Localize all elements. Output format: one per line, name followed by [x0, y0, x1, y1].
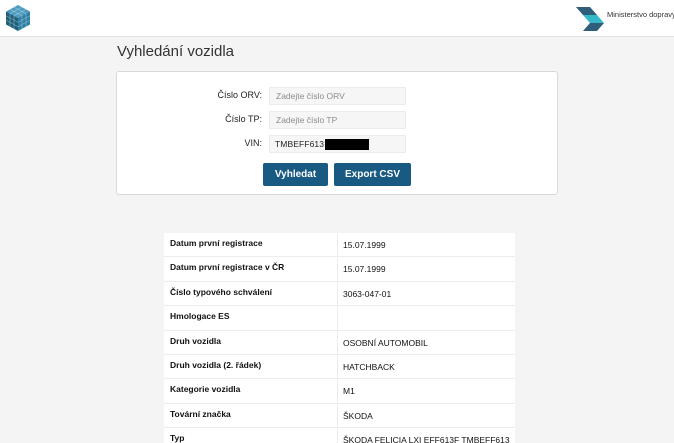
table-row: Hmologace ES — [164, 306, 515, 331]
row-value: M1 — [343, 386, 355, 397]
vin-value: TMBEFF613 — [275, 139, 325, 149]
row-label: Datum první registrace — [164, 233, 338, 257]
row-label: Druh vozidla (2. řádek) — [164, 354, 338, 379]
table-row: Datum první registrace v ČR 15.07.1999 — [164, 257, 515, 282]
row-value — [338, 306, 515, 329]
row-value: 15.07.1999 — [343, 264, 386, 275]
row-value: ŠKODA FELICIA LXI EFF613F TMBEFF613 — [343, 435, 510, 443]
vin-row: VIN: TMBEFF613 — [117, 135, 557, 153]
vin-redaction — [325, 138, 370, 150]
ministry-name: Ministerstvo dopravy — [607, 10, 674, 19]
row-label: Kategorie vozidla — [164, 379, 338, 403]
row-label: Tovární značka — [164, 403, 338, 428]
table-row: Číslo typového schválení 3063-047-01 — [164, 281, 515, 307]
table-row: Kategorie vozidla M1 — [164, 379, 515, 404]
cube-logo-icon[interactable] — [5, 4, 31, 32]
search-form-card: Číslo ORV: Číslo TP: VIN: TMBEFF613 Vyhl… — [116, 71, 558, 195]
row-value: 3063-047-01 — [343, 288, 392, 299]
row-value: ŠKODA — [343, 410, 373, 421]
tp-row: Číslo TP: — [117, 111, 557, 129]
row-label: Hmologace ES — [164, 306, 338, 330]
row-value: HATCHBACK — [343, 361, 395, 372]
vin-label: VIN: — [244, 138, 262, 148]
table-row: Druh vozidla (2. řádek) HATCHBACK — [164, 354, 515, 380]
row-label: Datum první registrace v ČR — [164, 257, 338, 281]
table-row: Tovární značka ŠKODA — [164, 403, 515, 429]
orv-row: Číslo ORV: — [117, 87, 557, 105]
vin-input[interactable]: TMBEFF613 — [269, 135, 406, 153]
tp-input[interactable] — [269, 111, 406, 129]
table-row: Typ ŠKODA FELICIA LXI EFF613F TMBEFF613 — [164, 428, 515, 443]
table-row: Druh vozidla OSOBNÍ AUTOMOBIL — [164, 330, 515, 355]
export-csv-button[interactable]: Export CSV — [334, 163, 411, 186]
top-bar: Ministerstvo dopravy — [0, 0, 674, 37]
results-table: Datum první registrace 15.07.1999 Datum pr… — [164, 233, 515, 443]
ministry-logo-icon — [576, 7, 604, 31]
row-value: OSOBNÍ AUTOMOBIL — [343, 337, 428, 348]
page-title: Vyhledání vozidla — [117, 43, 235, 60]
orv-input[interactable] — [269, 87, 406, 105]
row-value: 15.07.1999 — [343, 240, 386, 250]
ministry-brand[interactable]: Ministerstvo dopravy — [574, 4, 674, 32]
row-label: Druh vozidla — [164, 330, 338, 354]
orv-label: Číslo ORV: — [217, 90, 262, 100]
search-button[interactable]: Vyhledat — [263, 163, 328, 186]
row-label: Číslo typového schválení — [164, 281, 338, 306]
row-label: Typ — [164, 428, 338, 443]
tp-label: Číslo TP: — [225, 114, 262, 124]
table-row: Datum první registrace 15.07.1999 — [164, 233, 515, 258]
